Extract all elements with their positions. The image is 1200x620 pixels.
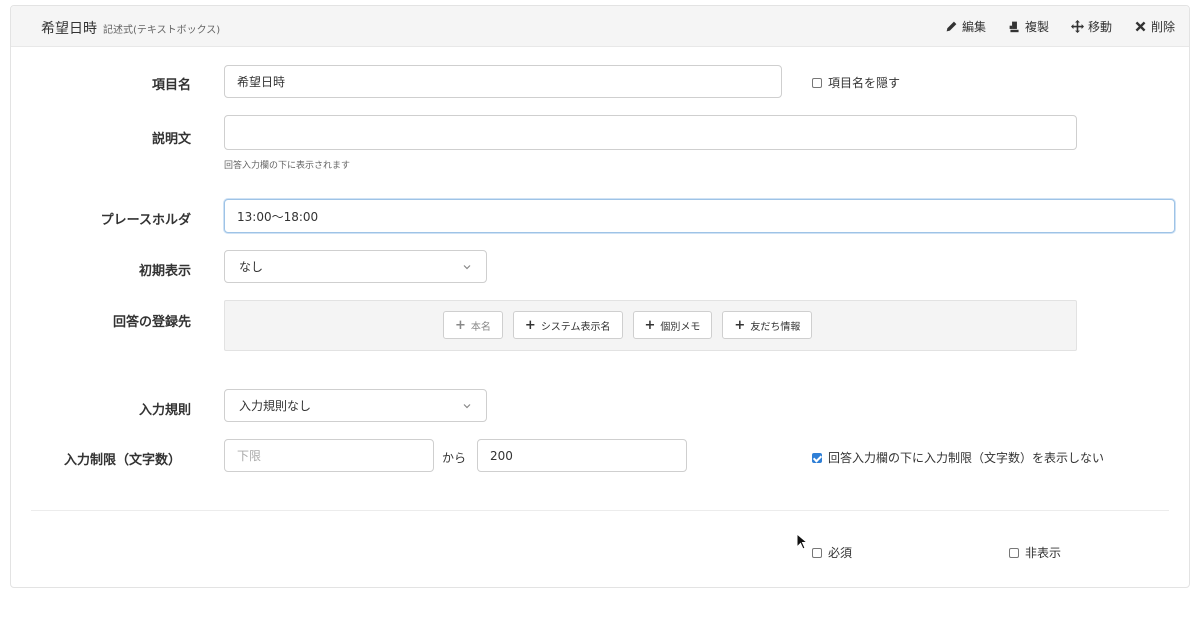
hide-char-limit-label: 回答入力欄の下に入力制限（文字数）を表示しない	[828, 451, 1105, 465]
question-title: 希望日時 記述式(テキストボックス)	[41, 18, 220, 38]
input-rule-label: 入力規則	[138, 403, 191, 418]
required-box[interactable]	[812, 547, 822, 558]
delete-button-label: 削除	[1150, 20, 1175, 34]
edit-button-label: 編集	[961, 20, 986, 34]
item-name-label: 項目名	[151, 78, 191, 93]
copy-button-label: 複製	[1024, 20, 1049, 34]
move-icon	[1070, 20, 1084, 33]
plus-icon: +	[644, 317, 656, 333]
question-type-label: 記述式(テキストボックス)	[103, 25, 221, 36]
hide-char-limit-box[interactable]	[812, 452, 822, 463]
plus-icon: +	[455, 317, 466, 333]
individual-memo-button[interactable]: + 個別メモ	[632, 311, 713, 339]
mouse-cursor-icon	[796, 533, 809, 550]
char-limit-min-input[interactable]	[224, 439, 434, 472]
char-limit-label: 入力制限（文字数）	[63, 453, 181, 468]
hidden-box[interactable]	[1009, 547, 1019, 558]
description-help: 回答入力欄の下に表示されます	[224, 161, 351, 171]
placeholder-label: プレースホルダ	[100, 213, 191, 228]
chevron-down-icon	[463, 264, 471, 269]
friend-info-button-label: 友だち情報	[750, 321, 801, 333]
chevron-down-icon	[463, 403, 471, 408]
move-button[interactable]: 移動	[1070, 18, 1112, 35]
placeholder-input[interactable]	[224, 199, 1175, 233]
real-name-button[interactable]: + 本名	[443, 311, 503, 339]
delete-button[interactable]: 削除	[1134, 18, 1175, 35]
question-title-text: 希望日時	[41, 21, 97, 37]
copy-button[interactable]: 複製	[1008, 18, 1049, 35]
initial-display-label: 初期表示	[138, 264, 191, 279]
copy-icon	[1009, 21, 1019, 33]
hide-char-limit-checkbox[interactable]: 回答入力欄の下に入力制限（文字数）を表示しない	[812, 449, 1104, 466]
char-limit-from-label: から	[442, 451, 467, 465]
real-name-button-label: 本名	[470, 321, 491, 333]
header-actions: 編集 複製 移動 削除	[945, 18, 1175, 35]
individual-memo-button-label: 個別メモ	[660, 321, 701, 333]
initial-display-select[interactable]: なし	[224, 250, 487, 283]
hidden-label: 非表示	[1025, 546, 1062, 560]
footer-divider	[31, 510, 1169, 511]
plus-icon: +	[524, 317, 536, 333]
edit-button[interactable]: 編集	[945, 18, 986, 35]
input-rule-select[interactable]: 入力規則なし	[224, 389, 487, 422]
system-display-name-button-label: システム表示名	[540, 321, 611, 333]
description-label: 説明文	[151, 132, 191, 147]
hide-item-name-label: 項目名を隠す	[828, 76, 901, 90]
registration-label: 回答の登録先	[112, 315, 191, 330]
description-input[interactable]	[224, 115, 1077, 150]
item-name-input[interactable]	[224, 65, 782, 98]
hidden-checkbox[interactable]: 非表示	[1009, 544, 1061, 561]
friend-info-button[interactable]: + 友だち情報	[722, 311, 813, 339]
hide-item-name-box[interactable]	[812, 77, 822, 88]
char-limit-max-input[interactable]	[477, 439, 687, 472]
pencil-icon	[946, 21, 957, 32]
system-display-name-button[interactable]: + システム表示名	[512, 311, 623, 339]
initial-display-value: なし	[239, 260, 264, 274]
registration-area: + 本名 + システム表示名 + 個別メモ + 友だち情報	[224, 300, 1077, 351]
required-label: 必須	[828, 546, 853, 560]
hide-item-name-checkbox[interactable]: 項目名を隠す	[812, 74, 900, 91]
move-button-label: 移動	[1087, 20, 1112, 34]
input-rule-value: 入力規則なし	[239, 399, 312, 413]
panel-header: 希望日時 記述式(テキストボックス) 編集 複製 移動 削除	[11, 6, 1189, 47]
question-panel: 希望日時記述式(テキストボックス) 編集 複製 移動 削除 項目名 項目名	[10, 5, 1190, 588]
required-checkbox[interactable]: 必須	[812, 544, 852, 561]
close-icon	[1135, 21, 1146, 32]
plus-icon: +	[734, 317, 746, 333]
registration-buttons: + 本名 + システム表示名 + 個別メモ + 友だち情報	[443, 311, 813, 339]
